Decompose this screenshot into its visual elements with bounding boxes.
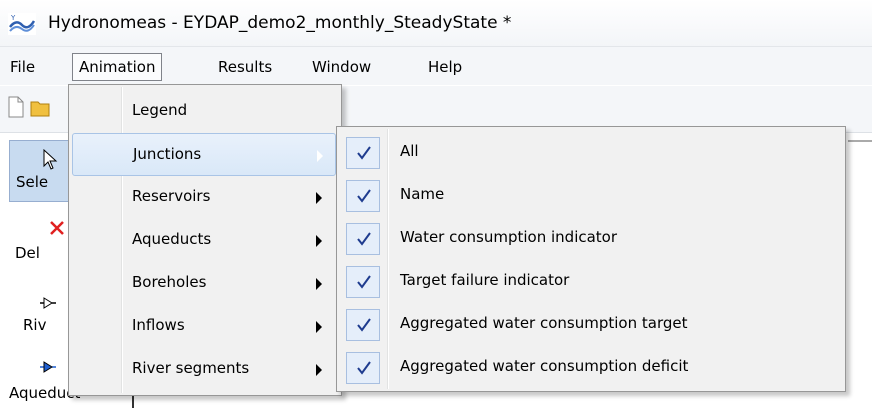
checkbox: [346, 137, 380, 169]
junctions-submenu: All Name Water consumption indicator Tar…: [336, 126, 846, 392]
aqueduct-icon: [40, 361, 56, 373]
submenu-item-name[interactable]: Name: [340, 174, 840, 217]
river-node-icon: [40, 297, 56, 309]
menu-item-inflows[interactable]: Inflows: [72, 305, 336, 348]
menu-item-label: Boreholes: [132, 273, 207, 291]
submenu-item-label: Water consumption indicator: [400, 228, 618, 246]
svg-text:Y: Y: [10, 14, 16, 22]
checkbox: [346, 180, 380, 212]
select-tool-label: Sele: [16, 173, 49, 191]
tool-panel: Sele Del Riv Aqueduct: [0, 140, 84, 408]
checkmark-icon: [357, 189, 371, 203]
checkmark-icon: [357, 232, 371, 246]
checkmark-icon: [357, 361, 371, 375]
checkmark-icon: [357, 275, 371, 289]
menu-item-boreholes[interactable]: Boreholes: [72, 262, 336, 305]
menu-item-label: Aqueducts: [132, 230, 212, 248]
submenu-arrow-icon: [316, 278, 322, 290]
window-title: Hydronomeas - EYDAP_demo2_monthly_Steady…: [48, 13, 512, 33]
checkbox: [346, 309, 380, 341]
menu-window[interactable]: Window: [312, 56, 371, 78]
app-logo-icon: Y: [8, 13, 36, 35]
menu-item-aqueducts[interactable]: Aqueducts: [72, 219, 336, 262]
submenu-item-label: All: [400, 142, 419, 160]
title-bar: Y Hydronomeas - EYDAP_demo2_monthly_Stea…: [0, 0, 872, 47]
menu-results[interactable]: Results: [218, 56, 272, 78]
submenu-arrow-icon: [316, 364, 322, 376]
checkmark-icon: [357, 146, 371, 160]
checkmark-icon: [357, 318, 371, 332]
menu-item-label: Reservoirs: [132, 187, 211, 205]
submenu-item-label: Target failure indicator: [400, 271, 570, 289]
submenu-item-aggregated-deficit[interactable]: Aggregated water consumption deficit: [340, 346, 840, 389]
river-tool-label: Riv: [23, 316, 47, 334]
submenu-item-label: Aggregated water consumption target: [400, 314, 688, 332]
animation-menu: Legend Junctions Reservoirs Aqueducts Bo…: [68, 84, 342, 396]
menu-item-legend[interactable]: Legend: [72, 90, 336, 133]
checkbox: [346, 223, 380, 255]
menu-item-label: River segments: [132, 359, 250, 377]
submenu-item-label: Aggregated water consumption deficit: [400, 357, 689, 375]
pointer-icon: [43, 149, 58, 170]
submenu-item-all[interactable]: All: [340, 131, 840, 174]
submenu-arrow-icon: [316, 192, 322, 204]
canvas-border: [848, 140, 872, 142]
panel-divider: [132, 395, 134, 408]
submenu-item-target-failure-indicator[interactable]: Target failure indicator: [340, 260, 840, 303]
menu-item-junctions[interactable]: Junctions: [72, 133, 336, 176]
menu-item-reservoirs[interactable]: Reservoirs: [72, 176, 336, 219]
submenu-arrow-icon: [316, 235, 322, 247]
menu-item-label: Inflows: [132, 316, 185, 334]
menu-animation[interactable]: Animation: [72, 53, 163, 81]
submenu-item-water-consumption-indicator[interactable]: Water consumption indicator: [340, 217, 840, 260]
open-folder-icon[interactable]: [30, 96, 50, 118]
submenu-arrow-icon: [316, 321, 322, 333]
menu-item-river-segments[interactable]: River segments: [72, 348, 336, 391]
new-document-icon[interactable]: [8, 96, 24, 118]
menu-help[interactable]: Help: [428, 56, 462, 78]
delete-icon: [50, 221, 64, 235]
submenu-arrow-icon: [317, 150, 323, 162]
menu-item-label: Legend: [132, 101, 188, 119]
delete-tool-label: Del: [15, 244, 40, 262]
checkbox: [346, 352, 380, 384]
menu-bar: File Animation Results Window Help: [0, 47, 872, 85]
menu-file[interactable]: File: [10, 56, 35, 78]
menu-item-label: Junctions: [133, 145, 202, 163]
submenu-item-aggregated-target[interactable]: Aggregated water consumption target: [340, 303, 840, 346]
checkbox: [346, 266, 380, 298]
submenu-item-label: Name: [400, 185, 445, 203]
